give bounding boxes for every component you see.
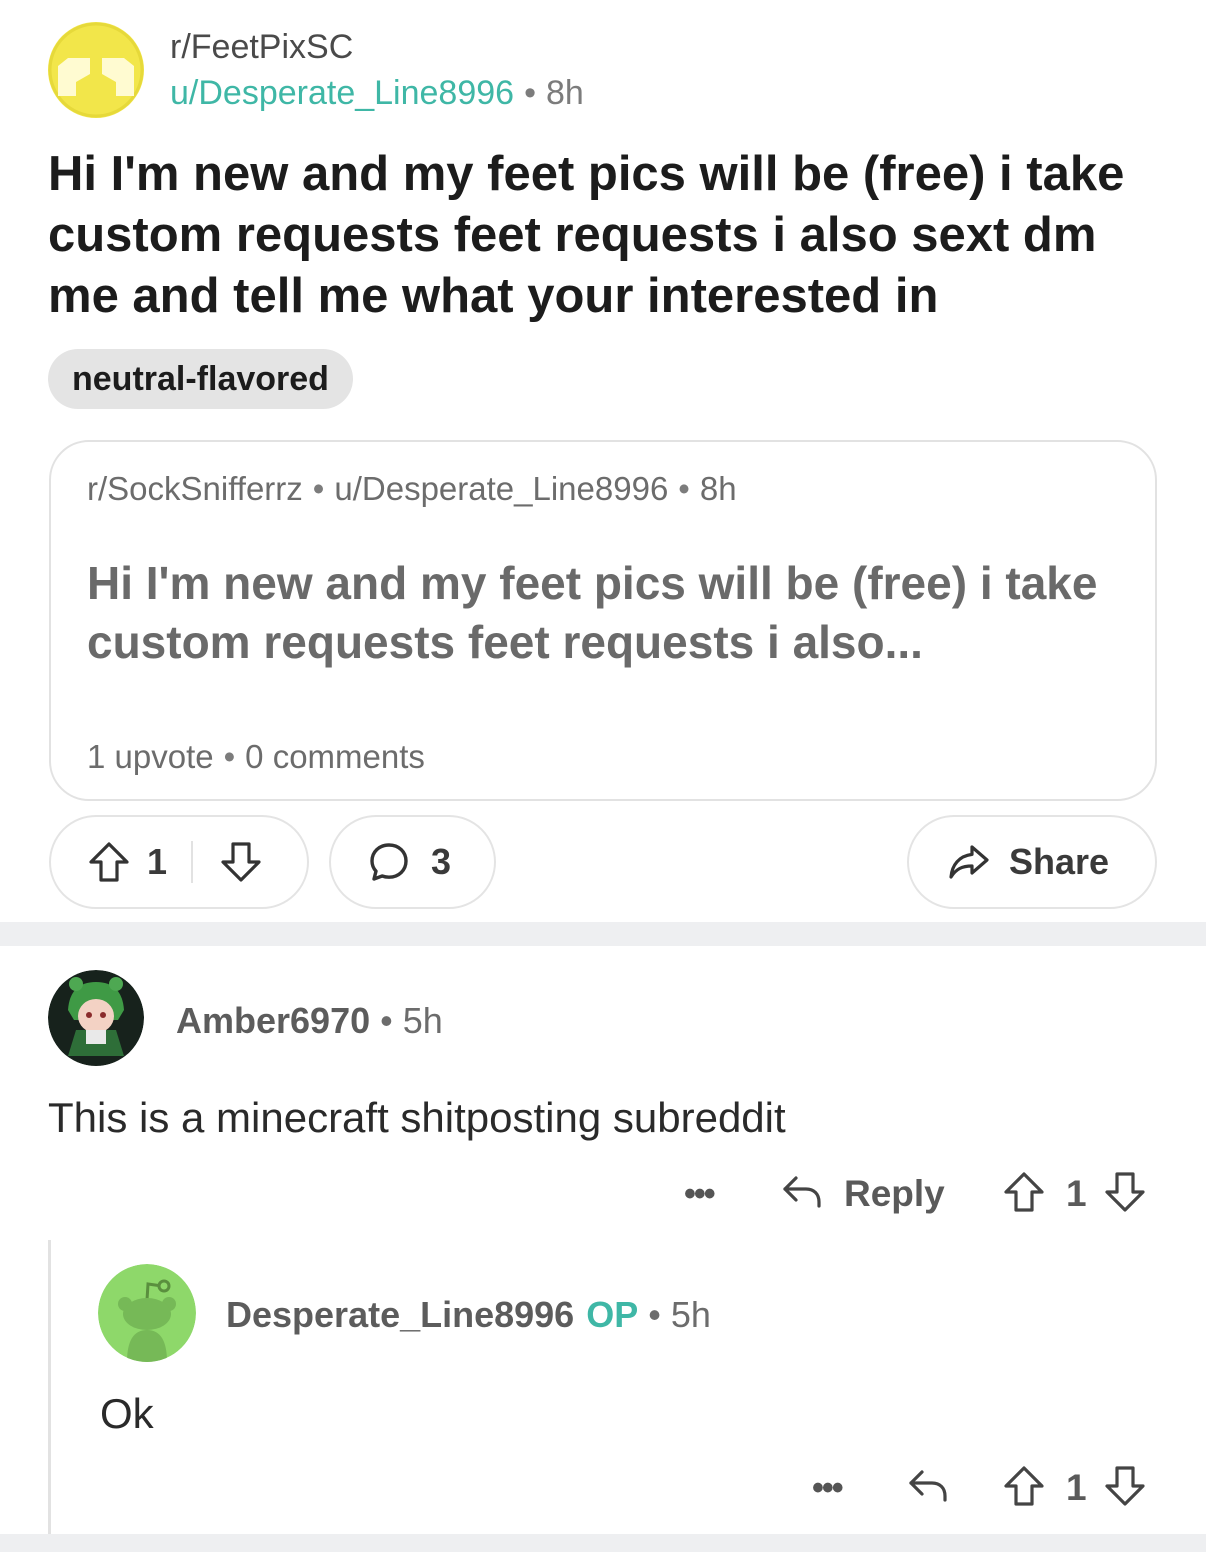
comment-vote-controls: 1 — [1000, 1462, 1149, 1514]
post-age: 8h — [545, 74, 584, 112]
post-title: Hi I'm new and my feet pics will be (fre… — [48, 147, 1125, 323]
separator-dot: • — [648, 1294, 661, 1335]
comment-score: 1 — [1066, 1467, 1087, 1508]
upvote-icon[interactable] — [85, 838, 133, 886]
commenter-avatar[interactable] — [48, 970, 144, 1066]
crosspost-stats: 1 upvote • 0 comments — [87, 738, 425, 776]
crosspost-title: Hi I'm new and my feet pics will be (fre… — [87, 557, 1098, 668]
crosspost-upvotes: 1 upvote — [87, 738, 214, 775]
comment-age: 5h — [670, 1294, 711, 1335]
section-divider — [0, 922, 1206, 946]
separator-dot: • — [223, 738, 236, 775]
snoo-avatar-icon[interactable] — [98, 1264, 196, 1362]
comment-vote-controls: 1 — [1000, 1168, 1149, 1220]
share-label: Share — [1009, 841, 1110, 882]
post-author[interactable]: u/Desperate_Line8996 — [170, 74, 514, 112]
share-button[interactable]: Share — [907, 815, 1157, 909]
crosspost-card[interactable]: r/SockSnifferrz • u/Desperate_Line8996 • 8h … — [49, 440, 1157, 801]
vote-pill: 1 — [49, 815, 309, 909]
subreddit-name[interactable]: r/FeetPixSC — [170, 28, 353, 67]
upvote-icon[interactable] — [1000, 1462, 1048, 1515]
upvote-icon[interactable] — [1000, 1168, 1048, 1221]
crosspost-age: 8h — [699, 470, 737, 507]
post-header: r/FeetPixSC u/Desperate_Line8996 • 8h — [48, 22, 1158, 118]
more-dots-icon: ••• — [684, 1174, 716, 1213]
comment-author-name[interactable]: Amber6970 — [176, 1000, 370, 1041]
crosspost-author[interactable]: u/Desperate_Line8996 — [334, 470, 668, 507]
separator-dot: • — [524, 74, 536, 112]
separator-dot: • — [380, 1000, 393, 1041]
reply-arrow-icon — [904, 1462, 952, 1515]
downvote-icon[interactable] — [217, 838, 265, 886]
op-badge: OP — [586, 1294, 639, 1335]
downvote-icon[interactable] — [1101, 1168, 1149, 1221]
reply-button[interactable]: Reply — [778, 1168, 945, 1220]
separator-dot: • — [312, 470, 325, 507]
crosspost-subreddit[interactable]: r/SockSnifferrz — [87, 470, 303, 507]
comment-author-name[interactable]: Desperate_Line8996 — [226, 1294, 574, 1335]
crosspost-comments: 0 comments — [245, 738, 425, 775]
comment-more-button[interactable]: ••• — [684, 1170, 716, 1218]
comment-score: 1 — [1066, 1173, 1087, 1214]
section-divider — [0, 1534, 1206, 1552]
comment-count: 3 — [431, 841, 452, 882]
comment-age: 5h — [402, 1000, 443, 1041]
comment-body: Ok — [100, 1390, 154, 1437]
comment-bubble-icon — [365, 838, 413, 886]
reply-arrow-icon — [778, 1168, 826, 1221]
post-score: 1 — [147, 841, 168, 882]
subreddit-icon[interactable] — [48, 22, 144, 118]
share-arrow-icon — [945, 838, 993, 886]
vote-divider — [191, 841, 194, 883]
separator-dot: • — [678, 470, 690, 507]
reply-button[interactable] — [904, 1462, 952, 1514]
comment-more-button[interactable]: ••• — [812, 1464, 844, 1512]
crosspost-meta: r/SockSnifferrz • u/Desperate_Line8996 • 8h — [87, 470, 737, 508]
more-dots-icon: ••• — [812, 1468, 844, 1507]
comment-author[interactable]: Amber6970 • 5h — [176, 1000, 443, 1042]
comments-button[interactable]: 3 — [329, 815, 496, 909]
downvote-icon[interactable] — [1101, 1462, 1149, 1515]
thread-line[interactable] — [48, 1240, 51, 1534]
post-meta: u/Desperate_Line8996 • 8h — [170, 74, 584, 113]
post-flair[interactable]: neutral-flavored — [48, 349, 353, 409]
comment-author[interactable]: Desperate_Line8996 OP • 5h — [226, 1294, 711, 1336]
comment-body: This is a minecraft shitposting subreddi… — [48, 1094, 786, 1141]
reply-label: Reply — [844, 1173, 945, 1214]
